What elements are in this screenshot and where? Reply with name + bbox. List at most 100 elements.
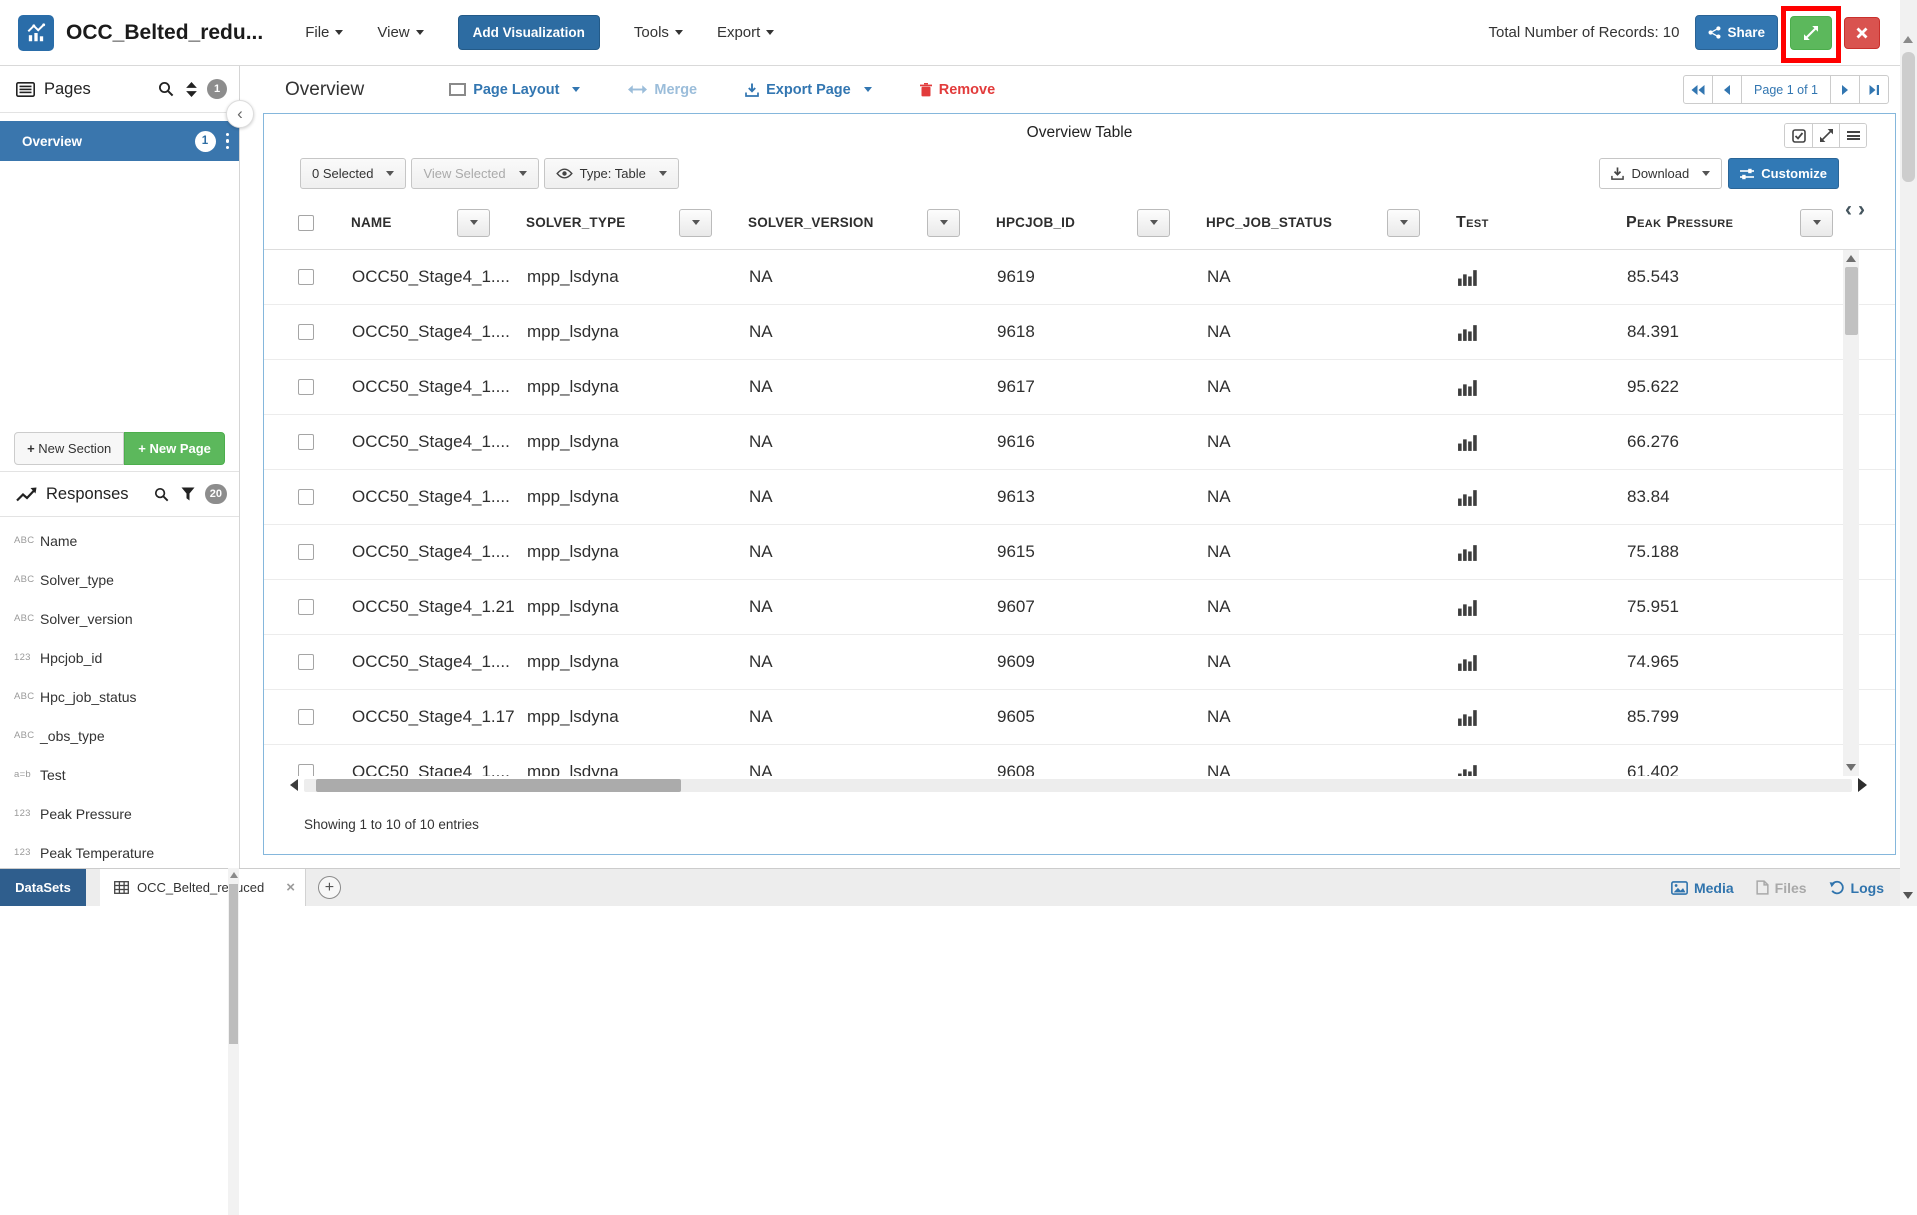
column-header-test[interactable]: Test: [1430, 196, 1600, 249]
export-page-button[interactable]: Export Page: [745, 82, 872, 98]
new-section-button[interactable]: + New Section: [14, 432, 124, 465]
remove-page-button[interactable]: Remove: [920, 82, 995, 98]
last-page-button[interactable]: [1859, 75, 1889, 104]
row-checkbox[interactable]: [298, 544, 314, 560]
media-button[interactable]: Media: [1671, 880, 1734, 896]
files-button[interactable]: Files: [1756, 880, 1807, 896]
peak-pressure-filter-dropdown[interactable]: [1800, 209, 1833, 237]
selected-dropdown[interactable]: 0 Selected: [300, 158, 406, 189]
new-page-button[interactable]: + New Page: [124, 432, 225, 465]
table-vertical-scrollbar[interactable]: [1843, 250, 1859, 776]
scrollbar-thumb[interactable]: [1845, 267, 1858, 335]
column-header-hpcjob-id[interactable]: HPCJOB_ID: [970, 196, 1180, 249]
download-dropdown[interactable]: Download: [1599, 158, 1722, 189]
page-layout-button[interactable]: Page Layout: [449, 82, 580, 98]
row-checkbox[interactable]: [298, 379, 314, 395]
row-checkbox[interactable]: [298, 709, 314, 725]
hscroll-track[interactable]: [304, 779, 1852, 792]
first-page-button[interactable]: [1683, 75, 1713, 104]
menu-file[interactable]: File: [305, 24, 343, 41]
test-chart-icon[interactable]: [1430, 360, 1600, 414]
column-header-name[interactable]: NAME: [325, 196, 500, 249]
customize-button[interactable]: Customize: [1728, 158, 1839, 189]
scroll-down-arrow-icon[interactable]: [1846, 764, 1856, 771]
sidebar-item-overview[interactable]: Overview 1: [0, 121, 239, 161]
solver-type-filter-dropdown[interactable]: [679, 209, 712, 237]
test-chart-icon[interactable]: [1430, 525, 1600, 579]
test-chart-icon[interactable]: [1430, 470, 1600, 524]
response-list-item[interactable]: ABC Solver_type: [0, 560, 239, 599]
select-all-checkbox[interactable]: [298, 215, 314, 231]
test-chart-icon[interactable]: [1430, 690, 1600, 744]
sidebar-collapse-button[interactable]: ‹: [226, 100, 254, 128]
pages-sort-icon[interactable]: [186, 82, 197, 97]
merge-button[interactable]: Merge: [628, 82, 697, 98]
scrollbar-thumb[interactable]: [1902, 52, 1915, 182]
scroll-left-arrow-icon[interactable]: [290, 779, 298, 791]
page-scrollbar[interactable]: [1900, 0, 1917, 906]
scroll-up-arrow-icon[interactable]: [230, 872, 238, 878]
scrollbar-thumb[interactable]: [316, 779, 681, 792]
response-list-item[interactable]: 123 Peak Pressure: [0, 794, 239, 833]
close-tab-icon[interactable]: ×: [286, 879, 295, 896]
row-checkbox[interactable]: [298, 434, 314, 450]
column-header-hpc-job-status[interactable]: HPC_JOB_STATUS: [1180, 196, 1430, 249]
test-chart-icon[interactable]: [1430, 580, 1600, 634]
response-list-item[interactable]: ABC Hpc_job_status: [0, 677, 239, 716]
logs-button[interactable]: Logs: [1829, 880, 1884, 896]
row-checkbox[interactable]: [298, 324, 314, 340]
test-chart-icon[interactable]: [1430, 635, 1600, 689]
scroll-columns-right-icon[interactable]: ›: [1858, 200, 1865, 220]
close-button[interactable]: [1844, 17, 1880, 49]
pages-search-icon[interactable]: [158, 81, 174, 97]
scroll-up-arrow-icon[interactable]: [1903, 36, 1913, 43]
test-chart-icon[interactable]: [1430, 305, 1600, 359]
responses-filter-icon[interactable]: [181, 487, 195, 501]
hpc-job-status-filter-dropdown[interactable]: [1387, 209, 1420, 237]
prev-page-button[interactable]: [1712, 75, 1742, 104]
scroll-up-arrow-icon[interactable]: [1846, 255, 1856, 262]
add-dataset-button[interactable]: +: [318, 876, 341, 899]
row-checkbox[interactable]: [298, 599, 314, 615]
dataset-tab-occ-belted-reduced[interactable]: OCC_Belted_reduced ×: [100, 869, 306, 906]
datasets-tab[interactable]: DataSets: [0, 869, 86, 906]
row-checkbox[interactable]: [298, 764, 314, 776]
type-table-dropdown[interactable]: Type: Table: [544, 158, 679, 189]
select-rows-icon[interactable]: [1785, 124, 1812, 147]
column-header-solver-type[interactable]: SOLVER_TYPE: [500, 196, 722, 249]
column-header-solver-version[interactable]: SOLVER_VERSION: [722, 196, 970, 249]
test-chart-icon[interactable]: [1430, 250, 1600, 304]
view-selected-dropdown[interactable]: View Selected: [411, 158, 538, 189]
scrollbar-thumb[interactable]: [229, 884, 238, 1044]
name-filter-dropdown[interactable]: [457, 209, 490, 237]
row-checkbox[interactable]: [298, 269, 314, 285]
response-list-item[interactable]: ABC Solver_version: [0, 599, 239, 638]
scroll-down-arrow-icon[interactable]: [1903, 892, 1913, 899]
row-checkbox[interactable]: [298, 654, 314, 670]
solver-version-filter-dropdown[interactable]: [927, 209, 960, 237]
test-chart-icon[interactable]: [1430, 415, 1600, 469]
scroll-columns-left-icon[interactable]: ‹: [1845, 200, 1852, 220]
widget-expand-icon[interactable]: [1812, 124, 1839, 147]
table-horizontal-scrollbar[interactable]: [264, 776, 1895, 794]
response-list-item[interactable]: 123 Peak Temperature: [0, 833, 239, 868]
test-chart-icon[interactable]: [1430, 745, 1600, 776]
hpcjob-id-filter-dropdown[interactable]: [1137, 209, 1170, 237]
share-button[interactable]: Share: [1695, 15, 1778, 50]
scroll-right-arrow-icon[interactable]: [1858, 778, 1867, 792]
responses-scrollbar[interactable]: [228, 868, 239, 1215]
response-list-item[interactable]: ABC _obs_type: [0, 716, 239, 755]
row-checkbox[interactable]: [298, 489, 314, 505]
menu-tools[interactable]: Tools: [634, 24, 683, 41]
add-visualization-button[interactable]: Add Visualization: [458, 15, 600, 50]
page-options-menu-icon[interactable]: [226, 133, 230, 150]
menu-view[interactable]: View: [377, 24, 423, 41]
menu-export[interactable]: Export: [717, 24, 774, 41]
widget-menu-icon[interactable]: [1839, 124, 1866, 147]
response-list-item[interactable]: a=b Test: [0, 755, 239, 794]
next-page-button[interactable]: [1830, 75, 1860, 104]
response-list-item[interactable]: 123 Hpcjob_id: [0, 638, 239, 677]
fullscreen-expand-button[interactable]: [1790, 16, 1832, 50]
response-list-item[interactable]: ABC Name: [0, 521, 239, 560]
responses-search-icon[interactable]: [154, 487, 169, 502]
